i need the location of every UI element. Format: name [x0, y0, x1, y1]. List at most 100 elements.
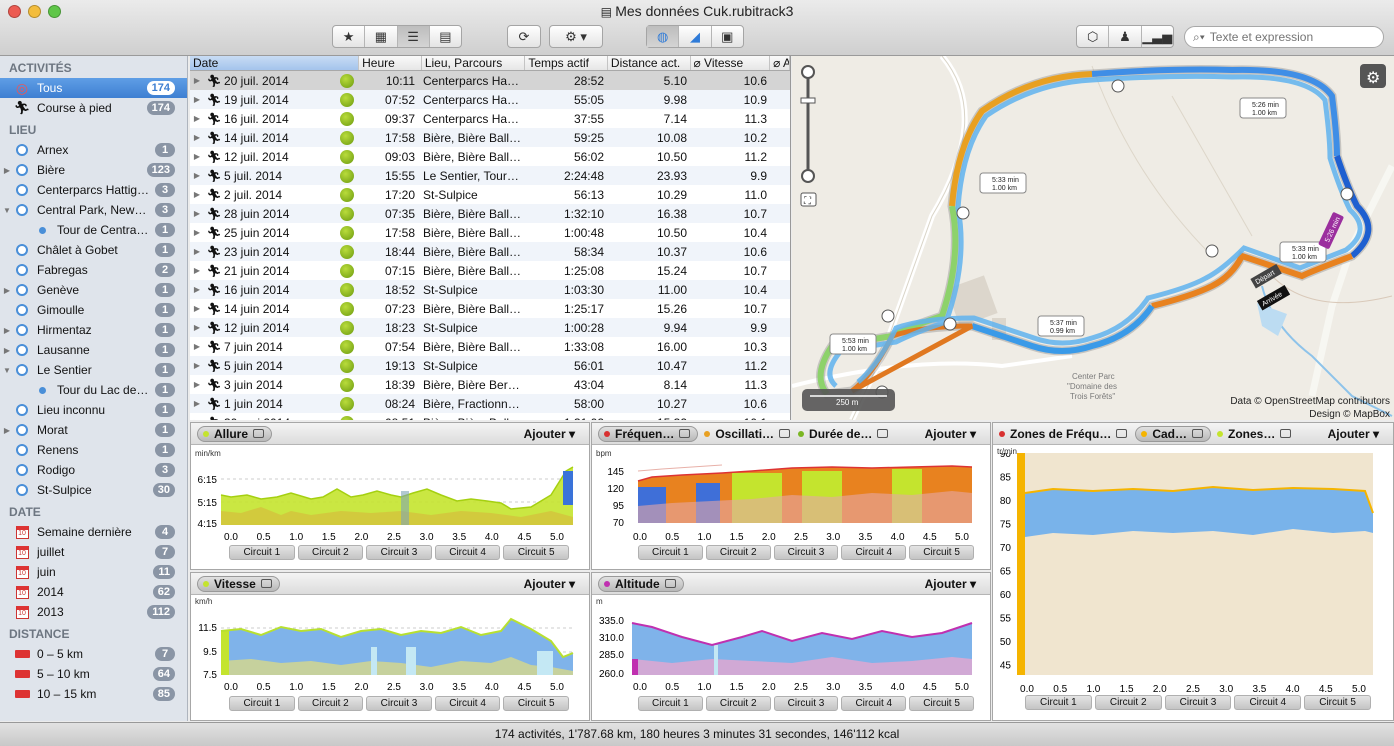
split-marker[interactable]: 5:33 min1.00 km: [1279, 241, 1327, 263]
table-row[interactable]: ▶ 🏃︎ 21 juin 2014 07:15 Bière, Bière Ball… 1:…: [190, 261, 790, 280]
sidebar-item[interactable]: 10 juin 11: [0, 562, 187, 582]
sidebar-item[interactable]: St-Sulpice 30: [0, 480, 187, 500]
circuit-4-button[interactable]: Circuit 4: [434, 696, 501, 711]
chart-area-icon[interactable]: ◢: [679, 26, 712, 47]
disclosure-closed-icon[interactable]: ▶: [0, 326, 14, 335]
circuit-5-button[interactable]: Circuit 5: [1304, 695, 1371, 710]
table-view-icon[interactable]: ▤: [430, 26, 461, 47]
circuit-2-button[interactable]: Circuit 2: [297, 696, 364, 711]
circuit-4-button[interactable]: Circuit 4: [434, 545, 501, 560]
map-view[interactable]: 5:26 min 1.00 km 5:33 min 1.00 km 5:33 min…: [792, 56, 1394, 420]
circuit-selector[interactable]: Circuit 1 Circuit 2 Circuit 3 Circuit 4 Circ…: [638, 545, 974, 560]
table-row[interactable]: ▶ 🏃︎ 16 juin 2014 18:52 St-Sulpice 1:03:30 11.…: [190, 280, 790, 299]
zones-frequence-tag[interactable]: Zones de Fréqu…: [999, 427, 1128, 441]
sidebar-item[interactable]: 🏃︎ Course à pied 174: [0, 98, 187, 118]
table-row[interactable]: ▶ 🏃︎ 2 juil. 2014 17:20 St-Sulpice 56:13 10.29…: [190, 185, 790, 204]
sidebar-item[interactable]: Châlet à Gobet 1: [0, 240, 187, 260]
table-row[interactable]: ▶🏃︎30 mai 2014 08:51Bière, Bière Ball…1:3…: [190, 413, 790, 420]
oscillation-tag[interactable]: Oscillati…: [704, 427, 791, 441]
circuit-3-button[interactable]: Circuit 3: [1164, 695, 1232, 710]
circuit-1-button[interactable]: Circuit 1: [229, 545, 295, 560]
disclosure-closed-icon[interactable]: ▶: [190, 323, 204, 332]
split-marker[interactable]: 5:37 min0.99 km: [1037, 315, 1085, 337]
list-view-icon[interactable]: ☰: [397, 26, 430, 47]
globe-map-icon[interactable]: ◍: [647, 26, 680, 47]
table-row[interactable]: ▶ 🏃︎ 3 juin 2014 18:39 Bière, Bière Ber… 43:0…: [190, 375, 790, 394]
table-row[interactable]: ▶ 🏃︎ 19 juil. 2014 07:52 Centerparcs Ha… 55:0…: [190, 90, 790, 109]
circuit-5-button[interactable]: Circuit 5: [503, 696, 569, 711]
sidebar-item[interactable]: ▼ Central Park, New… 3: [0, 200, 187, 220]
sidebar-item[interactable]: Lieu inconnu 1: [0, 400, 187, 420]
circuit-5-button[interactable]: Circuit 5: [503, 545, 569, 560]
table-row[interactable]: ▶ 🏃︎ 12 juin 2014 18:23 St-Sulpice 1:00:28 9.9…: [190, 318, 790, 337]
disclosure-open-icon[interactable]: ▼: [0, 206, 14, 215]
sidebar-item[interactable]: ▶ Morat 1: [0, 420, 187, 440]
sidebar-item[interactable]: Tour du Lac de J… 1: [0, 380, 187, 400]
sidebar-item[interactable]: 10 juillet 7: [0, 542, 187, 562]
frequence-chip[interactable]: Fréquen…: [598, 425, 699, 442]
circuit-2-button[interactable]: Circuit 2: [705, 696, 771, 711]
table-row[interactable]: ▶ 🏃︎ 5 juin 2014 19:13 St-Sulpice 56:01 10.47 1…: [190, 356, 790, 375]
disclosure-closed-icon[interactable]: ▶: [190, 114, 204, 123]
sidebar-item[interactable]: Tour de Central… 1: [0, 220, 187, 240]
sidebar-item[interactable]: 0 – 5 km 7: [0, 644, 187, 664]
circuit-3-button[interactable]: Circuit 3: [366, 545, 432, 560]
table-row[interactable]: ▶ 🏃︎ 5 juil. 2014 15:55 Le Sentier, Tour… 2:2…: [190, 166, 790, 185]
settings-menu-button[interactable]: ⚙ ▾: [549, 25, 603, 48]
circuit-3-button[interactable]: Circuit 3: [366, 696, 432, 711]
table-row[interactable]: ▶ 🏃︎ 12 juil. 2014 09:03 Bière, Bière Ball… 5…: [190, 147, 790, 166]
disclosure-closed-icon[interactable]: ▶: [0, 166, 14, 175]
sidebar-item[interactable]: 5 – 10 km 64: [0, 664, 187, 684]
table-row[interactable]: ▶ 🏃︎ 14 juin 2014 07:23 Bière, Bière Ball… 1:…: [190, 299, 790, 318]
column-header[interactable]: Distance act.: [608, 56, 691, 70]
disclosure-closed-icon[interactable]: ▶: [190, 190, 204, 199]
table-row[interactable]: ▶ 🏃︎ 28 juin 2014 07:35 Bière, Bière Ball… 1:…: [190, 204, 790, 223]
column-header[interactable]: Lieu, Parcours: [422, 56, 526, 70]
sidebar-item[interactable]: Rodigo 3: [0, 460, 187, 480]
disclosure-closed-icon[interactable]: ▶: [190, 171, 204, 180]
table-row[interactable]: ▶ 🏃︎ 14 juil. 2014 17:58 Bière, Bière Ball… 5…: [190, 128, 790, 147]
disclosure-closed-icon[interactable]: ▶: [190, 76, 204, 85]
device-sync-icon[interactable]: ⬡: [1077, 26, 1110, 47]
circuit-selector[interactable]: Circuit 1 Circuit 2 Circuit 3 Circuit 4 Circ…: [229, 545, 569, 560]
disclosure-closed-icon[interactable]: ▶: [0, 286, 14, 295]
sidebar-item[interactable]: 10 Semaine dernière 4: [0, 522, 187, 542]
sidebar-item[interactable]: 10 2014 62: [0, 582, 187, 602]
disclosure-closed-icon[interactable]: ▶: [190, 380, 204, 389]
disclosure-closed-icon[interactable]: ▶: [190, 399, 204, 408]
sidebar-item[interactable]: Centerparcs Hattig… 3: [0, 180, 187, 200]
disclosure-closed-icon[interactable]: ▶: [190, 247, 204, 256]
table-row[interactable]: ▶ 🏃︎ 16 juil. 2014 09:37 Centerparcs Ha… 37:5…: [190, 109, 790, 128]
disclosure-closed-icon[interactable]: ▶: [0, 346, 14, 355]
disclosure-closed-icon[interactable]: ▶: [190, 133, 204, 142]
disclosure-closed-icon[interactable]: ▶: [190, 266, 204, 275]
add-series-button[interactable]: Ajouter ▾: [925, 427, 976, 441]
circuit-1-button[interactable]: Circuit 1: [229, 696, 295, 711]
signal-bars-icon[interactable]: ▁▃▅: [1142, 26, 1173, 47]
cadence-chip[interactable]: Cad…: [1135, 425, 1212, 442]
sidebar-item[interactable]: Renens 1: [0, 440, 187, 460]
circuit-2-button[interactable]: Circuit 2: [1094, 695, 1162, 710]
circuit-5-button[interactable]: Circuit 5: [909, 696, 974, 711]
column-header[interactable]: Heure: [359, 56, 422, 70]
circuit-4-button[interactable]: Circuit 4: [841, 696, 907, 711]
search-input[interactable]: [1209, 30, 1380, 44]
disclosure-closed-icon[interactable]: ▶: [190, 342, 204, 351]
sidebar-item[interactable]: Arnex 1: [0, 140, 187, 160]
sidebar-item[interactable]: ▶ Lausanne 1: [0, 340, 187, 360]
table-row[interactable]: ▶ 🏃︎ 1 juin 2014 08:24 Bière, Fractionn… 58:0…: [190, 394, 790, 413]
circuit-3-button[interactable]: Circuit 3: [773, 545, 839, 560]
disclosure-closed-icon[interactable]: ▶: [190, 209, 204, 218]
refresh-button[interactable]: ⟳: [507, 25, 541, 48]
circuit-selector[interactable]: Circuit 1 Circuit 2 Circuit 3 Circuit 4 Circ…: [229, 696, 569, 711]
disclosure-closed-icon[interactable]: ▶: [190, 152, 204, 161]
allure-chip[interactable]: Allure: [197, 425, 273, 442]
sidebar-item[interactable]: ▶ Hirmentaz 1: [0, 320, 187, 340]
add-series-button[interactable]: Ajouter ▾: [524, 577, 575, 591]
sidebar-item[interactable]: 10 – 15 km 85: [0, 684, 187, 704]
sidebar-item[interactable]: ◎ Tous 174: [0, 78, 187, 98]
disclosure-closed-icon[interactable]: ▶: [190, 228, 204, 237]
vitesse-chip[interactable]: Vitesse: [197, 575, 280, 592]
circuit-1-button[interactable]: Circuit 1: [1025, 695, 1092, 710]
photo-icon[interactable]: ▣: [712, 26, 743, 47]
